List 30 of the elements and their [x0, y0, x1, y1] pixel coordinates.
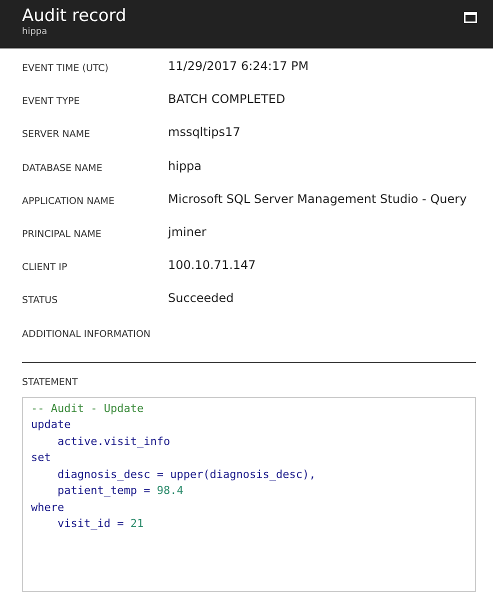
code-line: diagnosis_desc = upper(diagnosis_desc),: [56, 466, 316, 483]
code-line: set: [31, 450, 51, 466]
code-line: update: [31, 417, 71, 434]
field-label: CLIENT IP: [22, 261, 68, 274]
field-value: hippa: [168, 158, 202, 173]
window-subtitle: hippa: [22, 26, 48, 38]
statement-label: STATEMENT: [22, 376, 79, 388]
field-label: STATUS: [22, 294, 59, 306]
field-value: 100.10.71.147: [168, 258, 256, 272]
field-value: BATCH COMPLETED: [168, 92, 286, 106]
field-label: SERVER NAME: [22, 128, 92, 140]
field-value: Succeeded: [168, 291, 234, 306]
field-label: EVENT TIME (UTC): [22, 62, 110, 74]
field-label: PRINCIPAL NAME: [22, 228, 102, 240]
code-line: visit_id = 21: [56, 516, 144, 532]
code-line: patient_temp = 98.4: [56, 483, 184, 500]
field-value: mssqltips17: [168, 125, 240, 140]
code-line: -- Audit - Update: [31, 400, 144, 417]
field-label: EVENT TYPE: [22, 95, 81, 108]
window-title: Audit record: [22, 6, 126, 26]
code-line: where: [31, 500, 64, 516]
field-label: DATABASE NAME: [22, 162, 104, 174]
field-label: ADDITIONAL INFORMATION: [22, 328, 152, 340]
field-value: 11/29/2017 6:24:17 PM: [168, 59, 309, 73]
field-value: Microsoft SQL Server Management Studio - Query: [168, 192, 467, 206]
field-value: jminer: [168, 224, 206, 239]
maximize-icon[interactable]: [464, 12, 477, 23]
code-line: active.visit_info: [56, 434, 170, 450]
code-editor[interactable]: -- Audit - Update update active.visit_info set diagnosis_desc = upper(diagnosis_desc), patient_temp = 98.4 where visit_id = 21: [22, 396, 476, 592]
field-label: APPLICATION NAME: [22, 194, 116, 207]
